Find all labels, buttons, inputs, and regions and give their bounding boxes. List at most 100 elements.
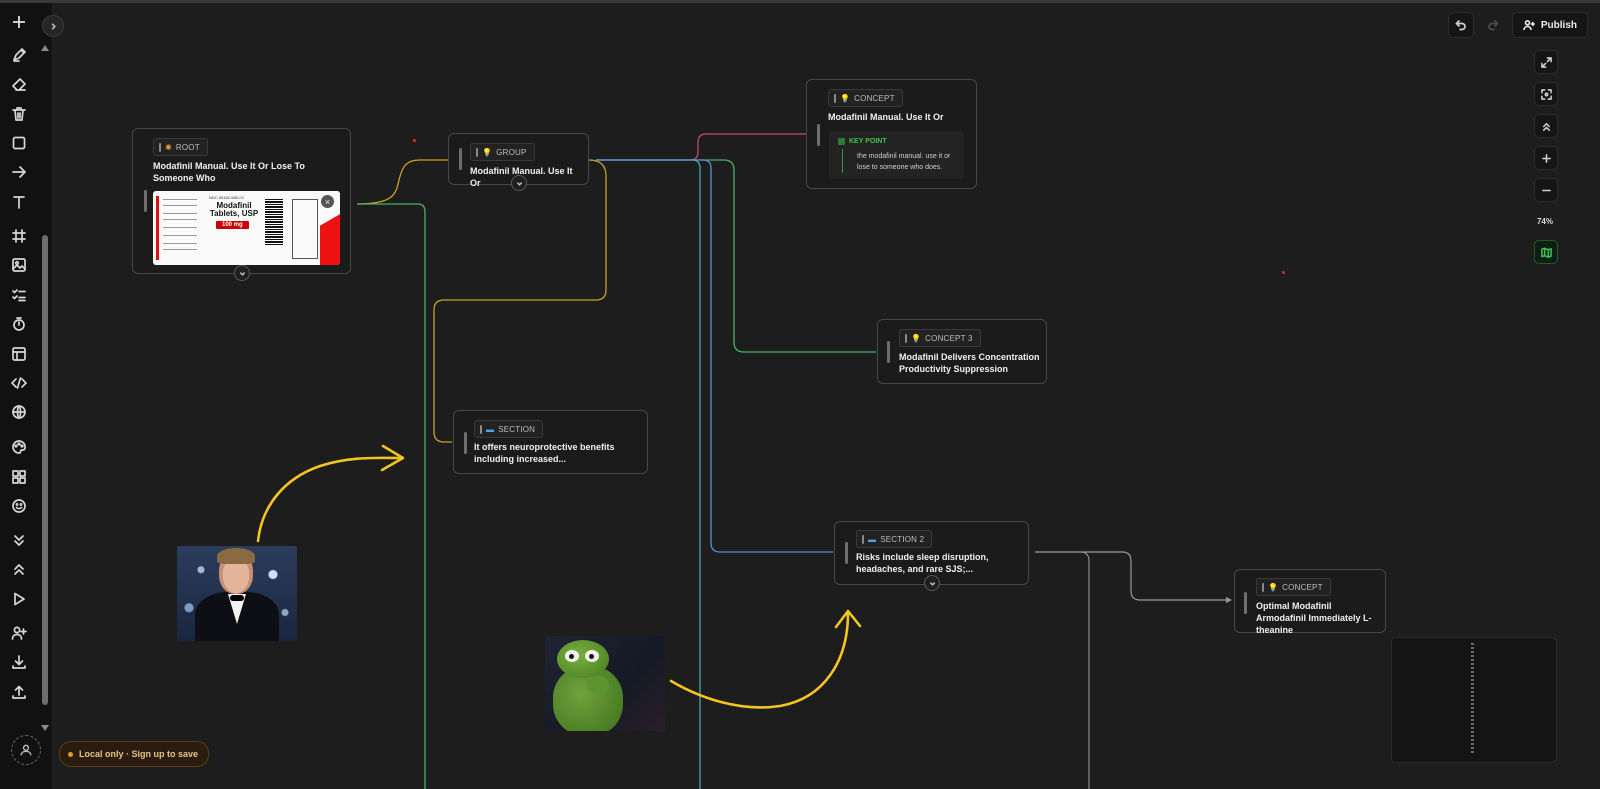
section2-tag: ▬ SECTION 2 (856, 530, 933, 548)
publish-button[interactable]: Publish (1511, 12, 1588, 38)
checklist-tool[interactable] (8, 284, 30, 306)
minimap-toggle-button[interactable] (1534, 240, 1558, 264)
trash-icon (12, 107, 26, 121)
palette-tool[interactable] (8, 436, 30, 458)
collapse-all-tool[interactable] (8, 529, 30, 551)
upload-icon (12, 685, 26, 699)
concept-right-title: Optimal Modafinil Armodafinil Immediatel… (1256, 601, 1372, 635)
fullscreen-button[interactable] (1534, 50, 1558, 74)
add-node-button[interactable] (8, 11, 30, 33)
edge-root-group (356, 159, 448, 205)
local-only-badge[interactable]: Local only · Sign up to save (59, 741, 210, 767)
concept-right-left-rule (1244, 592, 1247, 614)
redo-icon (1488, 20, 1499, 31)
user-icon (20, 744, 32, 756)
text-icon (13, 196, 25, 209)
rectangle-tool[interactable] (8, 132, 30, 154)
layout-icon (12, 347, 26, 361)
collapse-view-button[interactable] (1534, 114, 1558, 138)
download-tool[interactable] (8, 651, 30, 673)
folder-icon: ▬ (868, 534, 877, 544)
grid-tool[interactable] (8, 225, 30, 247)
root-expand-button[interactable] (234, 265, 250, 281)
left-toolbar (0, 3, 53, 789)
concept3-title: Modafinil Delivers Concentration Product… (899, 352, 1040, 374)
image-tool[interactable] (8, 254, 30, 276)
hash-icon (12, 229, 26, 243)
edge-section2-concept (1035, 551, 1226, 601)
timer-tool[interactable] (8, 313, 30, 335)
scroll-down-arrow[interactable] (41, 725, 49, 731)
code-tool[interactable] (8, 372, 30, 394)
status-dot-icon (68, 751, 73, 757)
drug-label-image[interactable]: NDC 65162-585-03 Modafinil Tablets, USP … (153, 191, 340, 265)
fit-view-button[interactable] (1534, 82, 1558, 106)
group-expand-button[interactable] (511, 175, 527, 191)
edge-section2-down (1035, 551, 1090, 789)
user-plus-icon (1523, 19, 1535, 31)
group-left-rule (459, 148, 462, 170)
kermit-thinking-image[interactable] (545, 636, 665, 731)
concept-right-tag: 💡 CONCEPT (1256, 578, 1331, 596)
user-avatar-button[interactable] (11, 735, 41, 765)
delete-tool[interactable] (8, 103, 30, 125)
zoom-in-button[interactable] (1534, 146, 1558, 170)
palette-icon (12, 440, 26, 454)
minus-icon (1541, 189, 1551, 191)
scroll-thumb[interactable] (42, 235, 48, 705)
expand-all-tool[interactable] (8, 558, 30, 580)
red-marker (413, 139, 416, 142)
pen-tool[interactable] (8, 44, 30, 66)
group-tag: 💡 GROUP (470, 143, 535, 161)
connection-layer (256, 133, 1232, 789)
section-tag: ▬ SECTION (474, 420, 544, 438)
redo-button[interactable] (1480, 12, 1506, 38)
text-tool[interactable] (8, 191, 30, 213)
arrow-tool[interactable] (8, 161, 30, 183)
upload-tool[interactable] (8, 681, 30, 703)
root-tag: ✺ ROOT (153, 138, 208, 156)
top-border (0, 0, 1600, 3)
toolbar-scrollbar[interactable] (40, 43, 50, 733)
scroll-up-arrow[interactable] (41, 45, 49, 51)
root-left-rule (144, 190, 147, 212)
section-left-rule (464, 432, 467, 454)
download-icon (12, 655, 26, 669)
section2-expand-button[interactable] (924, 575, 940, 591)
share-tool[interactable] (8, 622, 30, 644)
minimap-content (1471, 643, 1474, 753)
bulb-icon: 💡 (482, 147, 493, 157)
key-point-text: the modafinil manual. use it or lose to … (857, 153, 951, 171)
key-point-rule (842, 149, 843, 173)
checklist-icon (12, 289, 26, 302)
zoom-out-button[interactable] (1534, 178, 1558, 202)
group-title: Modafinil Manual. Use It Or (470, 166, 573, 188)
pen-icon (13, 48, 26, 62)
key-point-label: KEY POINT (838, 138, 887, 145)
minimap[interactable] (1391, 637, 1557, 763)
chevron-down-icon (929, 581, 935, 586)
undo-button[interactable] (1447, 12, 1474, 38)
chevrons-up-icon (1542, 122, 1550, 131)
eraser-icon (12, 78, 26, 91)
toolbar-expand-button[interactable] (42, 15, 64, 37)
grid-icon (12, 470, 26, 484)
folder-icon: ▬ (486, 424, 495, 434)
present-tool[interactable] (8, 588, 30, 610)
emoji-tool[interactable] (8, 495, 30, 517)
eraser-tool[interactable] (8, 74, 30, 96)
code-icon (11, 377, 27, 389)
annotation-arrowhead-kermit (834, 609, 862, 629)
bulb-icon: 💡 (911, 333, 922, 343)
remove-image-button[interactable]: × (321, 195, 334, 208)
chevrons-down-icon (14, 535, 24, 546)
apps-tool[interactable] (8, 466, 30, 488)
globe-icon (12, 405, 26, 419)
concept3-left-rule (887, 341, 890, 363)
leonardo-toast-image[interactable] (177, 546, 297, 641)
concept3-tag: 💡 CONCEPT 3 (899, 329, 981, 347)
chevrons-up-icon (14, 564, 24, 575)
concept-top-tag: 💡 CONCEPT (828, 89, 903, 107)
table-tool[interactable] (8, 343, 30, 365)
web-tool[interactable] (8, 401, 30, 423)
